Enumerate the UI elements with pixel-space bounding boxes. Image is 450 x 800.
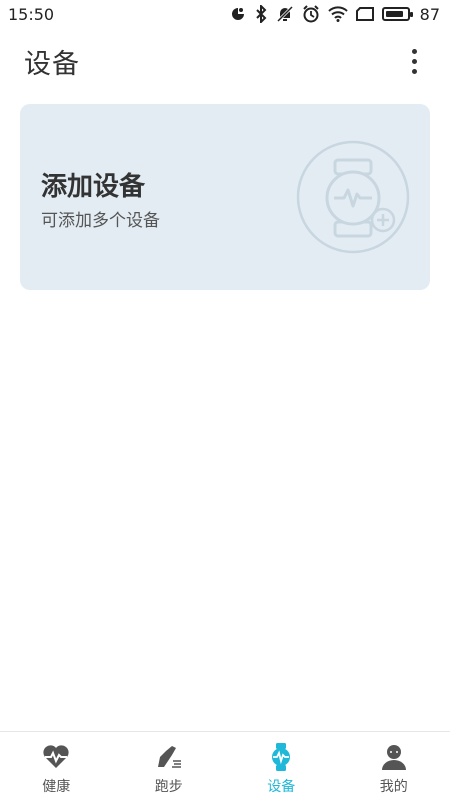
nav-item-devices[interactable]: 设备 [225, 732, 338, 800]
bluetooth-icon [254, 5, 268, 23]
bottom-navigation: 健康 跑步 设备 我的 [0, 731, 450, 800]
watch-icon [266, 742, 296, 772]
page-title: 设备 [24, 48, 80, 80]
add-device-card[interactable]: 添加设备 可添加多个设备 [20, 104, 430, 290]
more-vert-dot [411, 68, 417, 74]
alarm-icon [302, 5, 320, 23]
more-vert-icon [411, 48, 417, 54]
battery-level: 87 [419, 4, 440, 24]
nav-label-profile: 我的 [379, 779, 408, 795]
watch-add-icon [296, 138, 410, 256]
status-time: 15:50 [8, 4, 55, 24]
screen-icon [355, 7, 374, 21]
more-menu-button[interactable] [402, 45, 426, 77]
status-icons: 87 [230, 5, 440, 24]
battery-icon [381, 7, 413, 21]
add-device-title: 添加设备 [41, 172, 146, 202]
more-vert-dot [411, 58, 417, 64]
add-device-subtitle: 可添加多个设备 [41, 211, 160, 231]
nav-label-devices: 设备 [267, 779, 296, 795]
status-bar: 15:50 87 [0, 0, 450, 28]
running-shoe-icon [154, 742, 184, 772]
battery-indicator: 87 [381, 4, 440, 24]
battery-fill [385, 11, 404, 17]
nav-item-profile[interactable]: 我的 [338, 732, 450, 800]
nav-item-health[interactable]: 健康 [0, 732, 113, 800]
nav-item-running[interactable]: 跑步 [113, 732, 226, 800]
mute-icon [276, 5, 294, 23]
wifi-icon [327, 6, 348, 22]
nav-label-health: 健康 [42, 779, 71, 795]
nav-label-running: 跑步 [154, 779, 183, 795]
app-header: 设备 [0, 36, 450, 86]
heart-pulse-icon [41, 742, 71, 772]
notification-icon [230, 6, 246, 22]
person-icon [379, 742, 409, 772]
